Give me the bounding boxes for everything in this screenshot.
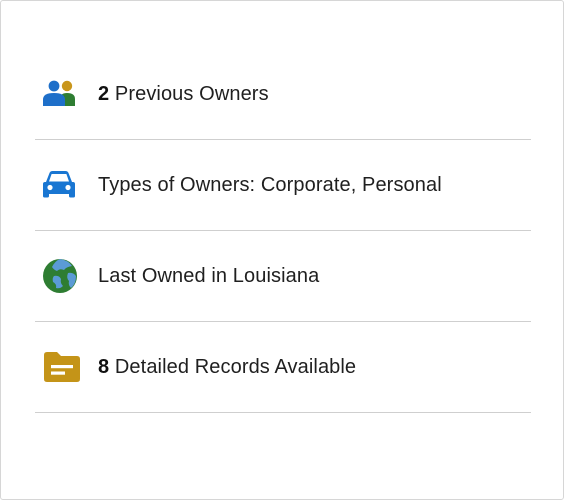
detailed-records-text: 8 Detailed Records Available — [98, 356, 356, 379]
list-item-last-owned: Last Owned in Louisiana — [35, 231, 531, 322]
car-icon — [42, 168, 84, 202]
owner-history-card: 2 Previous Owners Types of Owners: Corpo… — [0, 0, 564, 500]
previous-owners-text: 2 Previous Owners — [98, 83, 269, 106]
folder-icon — [42, 350, 84, 384]
globe-icon — [42, 259, 84, 293]
owner-summary-list: 2 Previous Owners Types of Owners: Corpo… — [35, 49, 531, 413]
detailed-records-count: 8 — [98, 355, 110, 378]
last-owned-label: Last Owned in Louisiana — [98, 264, 320, 287]
detailed-records-label: Detailed Records Available — [109, 355, 357, 378]
list-item-detailed-records: 8 Detailed Records Available — [35, 322, 531, 413]
previous-owners-count: 2 — [98, 82, 110, 105]
list-item-owner-types: Types of Owners: Corporate, Personal — [35, 140, 531, 231]
people-icon — [42, 77, 84, 111]
list-item-previous-owners: 2 Previous Owners — [35, 49, 531, 140]
owner-types-label: Types of Owners: Corporate, Personal — [98, 173, 442, 196]
previous-owners-label: Previous Owners — [109, 82, 269, 105]
